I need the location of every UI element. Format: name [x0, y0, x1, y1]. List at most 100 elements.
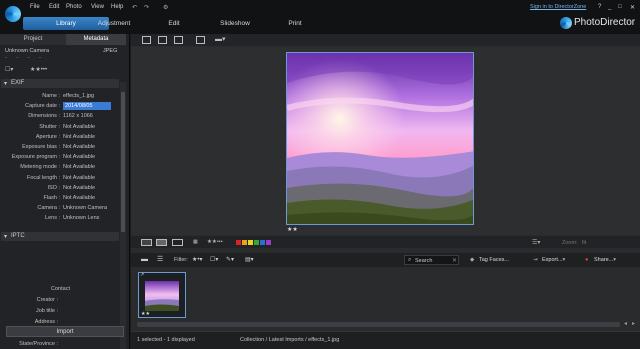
tab-edit[interactable]: Edit — [160, 17, 188, 30]
scroll-left-arrow-icon[interactable]: ◂ — [624, 320, 627, 327]
zoom-value[interactable]: fit — [582, 240, 586, 246]
menu-file[interactable]: File — [30, 4, 40, 10]
maximize-button[interactable]: □ — [618, 4, 622, 10]
star-filter[interactable]: ★★••• — [207, 239, 223, 245]
dual-view-icon[interactable] — [156, 239, 167, 246]
minimize-button[interactable]: _ — [608, 4, 611, 10]
exif-row: Capture date :2014/08/05 — [0, 101, 118, 111]
exif-key: Focal length : — [26, 174, 60, 181]
main-photo[interactable] — [286, 52, 474, 225]
detail-view-icon[interactable]: ☰ — [157, 256, 163, 264]
color-label-swatch[interactable] — [242, 240, 247, 245]
menu-view[interactable]: View — [91, 4, 104, 10]
display-icon[interactable] — [196, 36, 205, 44]
iptc-key: Contact — [51, 286, 70, 292]
exif-value: Not Available — [63, 164, 96, 171]
exif-value[interactable]: 2014/08/05 — [63, 102, 111, 111]
clear-search-icon[interactable]: ✕ — [452, 257, 457, 264]
redo-icon[interactable]: ↷ — [144, 4, 149, 11]
close-button[interactable]: ✕ — [630, 4, 635, 11]
color-label-swatch[interactable] — [236, 240, 241, 245]
color-label-swatch[interactable] — [266, 240, 271, 245]
projector-icon[interactable]: ▬▾ — [215, 36, 226, 44]
exif-key: Dimensions : — [28, 113, 60, 120]
iptc-key: Creator : — [36, 297, 58, 303]
undo-icon[interactable]: ↶ — [132, 4, 137, 11]
iptc-key: Job title : — [35, 308, 58, 314]
settings-icon[interactable]: ⚙ — [163, 4, 168, 11]
flag-checkbox[interactable]: ☐▾ — [5, 66, 13, 73]
edited-badge-icon: ↗ — [140, 272, 145, 278]
share-icon: ● — [585, 257, 589, 263]
camera-label: Unknown Camera — [5, 48, 50, 54]
exif-row: Camera : Unknown Camera — [0, 203, 118, 213]
export-icon: ⇥ — [533, 257, 538, 263]
exif-value: effects_1.jpg — [63, 93, 95, 99]
selection-count: 1 selected - 1 displayed — [137, 337, 195, 343]
scroll-right-arrow-icon[interactable]: ▸ — [632, 320, 635, 327]
menu-photo[interactable]: Photo — [66, 4, 82, 10]
flag-icon[interactable]: ▦ — [193, 239, 198, 245]
filter-flag-dropdown[interactable]: ☐▾ — [210, 256, 218, 263]
color-label-swatch[interactable] — [248, 240, 253, 245]
export-button[interactable]: ⇥ Export...▾ — [533, 256, 565, 265]
single-view-icon[interactable] — [141, 239, 152, 246]
exif-row: Focal length : Not Available — [0, 173, 118, 183]
grid-view-icon[interactable] — [174, 36, 183, 44]
thumbnail-image — [145, 281, 179, 311]
help-button[interactable]: ? — [598, 4, 601, 10]
sort-icon[interactable]: ☰▾ — [532, 239, 540, 246]
exif-row: Dimensions :1162 x 1066 — [0, 111, 118, 121]
share-button[interactable]: ● Share...▾ — [585, 256, 616, 265]
filter-color-dropdown[interactable]: ✎▾ — [226, 256, 234, 263]
photo-thumbnail[interactable]: ↗ ★★ — [138, 272, 186, 318]
import-button[interactable]: Import — [6, 326, 124, 337]
exif-row: Aperture : Not Available — [0, 132, 118, 142]
filmstrip-scrollbar[interactable] — [137, 322, 620, 327]
color-label-swatch[interactable] — [260, 240, 265, 245]
filter-type-dropdown[interactable]: ▤▾ — [245, 256, 254, 263]
rating-stars[interactable]: ★★••• — [30, 66, 47, 73]
exif-value: Not Available — [63, 123, 96, 130]
collapse-arrow-icon[interactable]: ▾ — [4, 80, 7, 87]
exif-value: 1162 x 1066 — [63, 113, 93, 120]
iptc-row: Creator : — [0, 295, 118, 305]
menu-edit[interactable]: Edit — [49, 4, 59, 10]
filter-rating-dropdown[interactable]: ★•▾ — [192, 256, 203, 263]
tab-metadata[interactable]: Metadata — [66, 34, 126, 45]
search-input[interactable]: Search — [415, 258, 432, 264]
exif-value: Not Available — [63, 184, 96, 191]
search-field[interactable]: ⌕ Search ✕ — [404, 255, 459, 265]
tab-print[interactable]: Print — [281, 17, 309, 30]
color-label-swatches[interactable] — [236, 240, 272, 247]
collection-path: Collection / Latest Imports / effects_1.… — [240, 337, 340, 343]
exif-key: Shutter : — [39, 123, 60, 130]
color-label-swatch[interactable] — [254, 240, 259, 245]
exif-key: Name : — [42, 93, 60, 99]
tab-slideshow[interactable]: Slideshow — [213, 17, 257, 30]
filmstrip-view-icon[interactable] — [172, 239, 183, 246]
app-logo-icon — [5, 6, 21, 22]
menu-help[interactable]: Help — [111, 4, 123, 10]
landscape-photo-image — [287, 53, 473, 224]
tab-project[interactable]: Project — [0, 34, 66, 45]
exif-value: Unknown Camera — [63, 205, 108, 212]
exif-value: Not Available — [63, 154, 96, 161]
compare-view-icon[interactable] — [142, 36, 151, 44]
sign-in-link[interactable]: Sign in to DirectorZone — [530, 4, 586, 10]
photo-rating[interactable]: ★★ — [287, 226, 298, 233]
exif-row: ISO : Not Available — [0, 183, 118, 193]
iptc-key: State/Province : — [19, 341, 58, 347]
exif-section-header[interactable]: EXIF — [1, 79, 119, 88]
tag-faces-button[interactable]: ◆ Tag Faces... — [470, 256, 509, 265]
exif-key: Flash : — [43, 195, 60, 201]
iptc-section-header[interactable]: IPTC — [1, 232, 119, 241]
status-bar: 1 selected - 1 displayed Collection / La… — [131, 331, 640, 349]
collapse-arrow-icon[interactable]: ▾ — [4, 233, 7, 240]
exif-row: Metering mode : Not Available — [0, 162, 118, 172]
tab-adjustment[interactable]: Adjustment — [92, 17, 136, 30]
grid-small-icon[interactable] — [158, 36, 167, 44]
metadata-scrollbar[interactable] — [120, 82, 126, 349]
iptc-row: State/Province : — [0, 339, 118, 349]
list-view-icon[interactable]: ▬ — [141, 256, 148, 264]
